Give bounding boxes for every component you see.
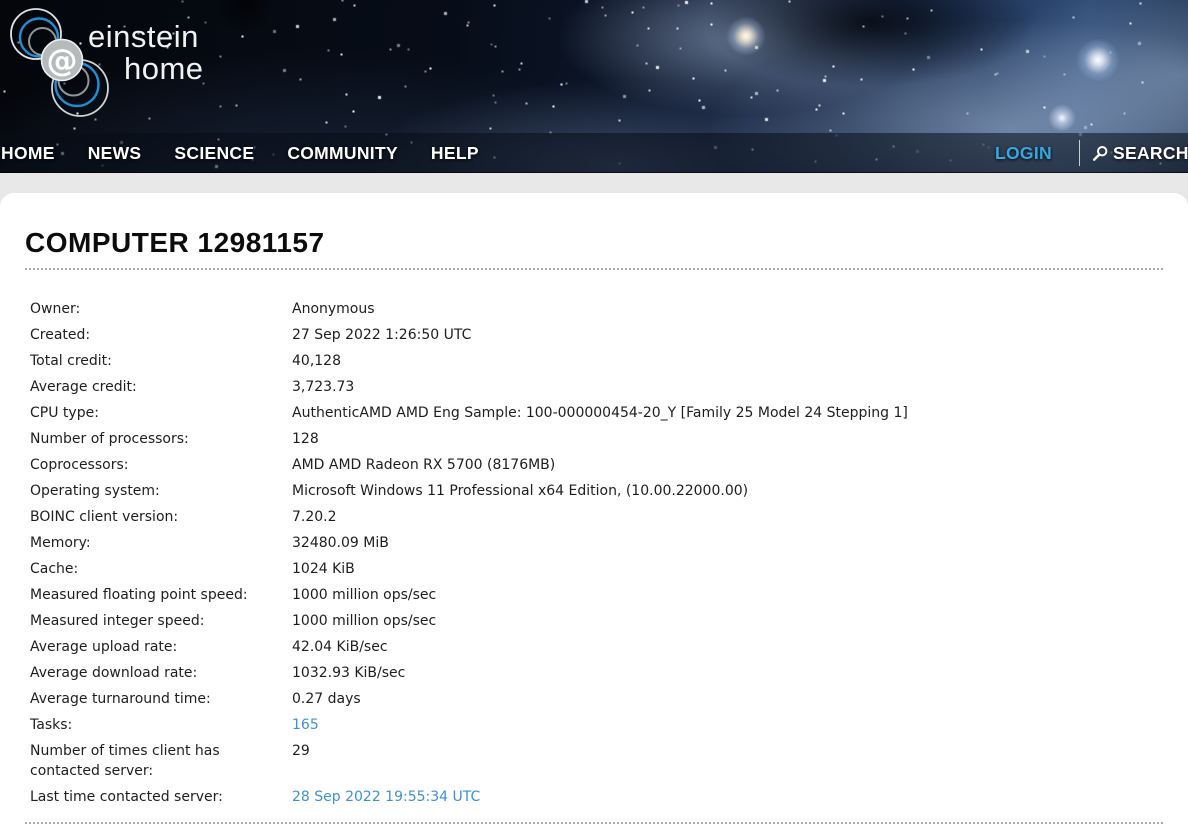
- detail-label: Total credit:: [30, 351, 290, 371]
- detail-label: Number of times client has contacted ser…: [30, 741, 290, 781]
- detail-row: Cache:1024 KiB: [30, 556, 1163, 582]
- detail-row: Operating system:Microsoft Windows 11 Pr…: [30, 478, 1163, 504]
- detail-value: Microsoft Windows 11 Professional x64 Ed…: [292, 481, 1163, 501]
- logo-text-einstein: einstein: [88, 19, 199, 54]
- detail-row: Average credit:3,723.73: [30, 374, 1163, 400]
- detail-label: Memory:: [30, 533, 290, 553]
- detail-label: Last time contacted server:: [30, 787, 290, 807]
- detail-row: BOINC client version:7.20.2: [30, 504, 1163, 530]
- detail-label: Average download rate:: [30, 663, 290, 683]
- bright-star-glow: [1076, 38, 1120, 82]
- detail-value-link[interactable]: 165: [292, 715, 1163, 735]
- detail-value: AuthenticAMD AMD Eng Sample: 100-0000004…: [292, 403, 1163, 423]
- main-navbar: HOME NEWS SCIENCE COMMUNITY HELP LOGIN SEARC…: [0, 133, 1188, 173]
- detail-row: Average download rate:1032.93 KiB/sec: [30, 660, 1163, 686]
- detail-value: 7.20.2: [292, 507, 1163, 527]
- search-label: SEARCH: [1113, 143, 1188, 164]
- detail-row: Tasks:165: [30, 712, 1163, 738]
- nav-item-help[interactable]: HELP: [431, 133, 479, 173]
- detail-row: Average upload rate:42.04 KiB/sec: [30, 634, 1163, 660]
- search-button[interactable]: SEARCH: [1092, 133, 1188, 173]
- nav-item-news[interactable]: NEWS: [88, 133, 142, 173]
- page-background: COMPUTER 12981157 Owner:AnonymousCreated…: [0, 173, 1188, 834]
- bright-star-glow: [1048, 104, 1076, 132]
- detail-label: Cache:: [30, 559, 290, 579]
- detail-value: 128: [292, 429, 1163, 449]
- detail-label: Created:: [30, 325, 290, 345]
- detail-label: CPU type:: [30, 403, 290, 423]
- logo-text-home: home: [124, 51, 204, 86]
- computer-details-table: Owner:AnonymousCreated:27 Sep 2022 1:26:…: [30, 296, 1163, 810]
- detail-value: 1032.93 KiB/sec: [292, 663, 1163, 683]
- detail-label: Number of processors:: [30, 429, 290, 449]
- divider-bottom: [25, 822, 1163, 824]
- detail-label: Operating system:: [30, 481, 290, 501]
- nav-menu: HOME NEWS SCIENCE COMMUNITY HELP: [1, 133, 512, 173]
- detail-row: Total credit:40,128: [30, 348, 1163, 374]
- detail-label: BOINC client version:: [30, 507, 290, 527]
- content-card: COMPUTER 12981157 Owner:AnonymousCreated…: [0, 193, 1188, 834]
- detail-row: Memory:32480.09 MiB: [30, 530, 1163, 556]
- detail-value: 40,128: [292, 351, 1163, 371]
- detail-value: 1000 million ops/sec: [292, 611, 1163, 631]
- detail-row: Owner:Anonymous: [30, 296, 1163, 322]
- detail-label: Owner:: [30, 299, 290, 319]
- detail-label: Average credit:: [30, 377, 290, 397]
- detail-row: Last time contacted server:28 Sep 2022 1…: [30, 784, 1163, 810]
- detail-row: Coprocessors:AMD AMD Radeon RX 5700 (817…: [30, 452, 1163, 478]
- star-field-decoration: [0, 0, 1, 1]
- detail-row: Number of processors:128: [30, 426, 1163, 452]
- search-icon: [1092, 145, 1109, 162]
- detail-value: 0.27 days: [292, 689, 1163, 709]
- detail-row: Measured integer speed:1000 million ops/…: [30, 608, 1163, 634]
- einstein-home-computer-page: { "header": { "logo": { "line1": "einste…: [0, 0, 1188, 834]
- detail-value: 3,723.73: [292, 377, 1163, 397]
- nav-item-science[interactable]: SCIENCE: [174, 133, 254, 173]
- detail-value: 1000 million ops/sec: [292, 585, 1163, 605]
- detail-row: Number of times client has contacted ser…: [30, 738, 1163, 784]
- detail-label: Coprocessors:: [30, 455, 290, 475]
- bright-star-glow: [726, 16, 766, 56]
- site-header: @ einstein home HOME NEWS SCIENCE COMMUNITY…: [0, 0, 1188, 173]
- divider-top: [25, 268, 1163, 270]
- nav-item-community[interactable]: COMMUNITY: [287, 133, 398, 173]
- nav-item-home[interactable]: HOME: [1, 133, 55, 173]
- detail-value: 32480.09 MiB: [292, 533, 1163, 553]
- detail-label: Measured floating point speed:: [30, 585, 290, 605]
- login-link[interactable]: LOGIN: [995, 133, 1052, 173]
- detail-row: CPU type:AuthenticAMD AMD Eng Sample: 10…: [30, 400, 1163, 426]
- detail-value: 27 Sep 2022 1:26:50 UTC: [292, 325, 1163, 345]
- detail-value: 42.04 KiB/sec: [292, 637, 1163, 657]
- detail-value: 29: [292, 741, 1163, 781]
- einstein-home-logo[interactable]: @ einstein home: [6, 4, 228, 126]
- detail-label: Measured integer speed:: [30, 611, 290, 631]
- logo-at-symbol: @: [47, 43, 78, 79]
- detail-row: Created:27 Sep 2022 1:26:50 UTC: [30, 322, 1163, 348]
- detail-label: Average turnaround time:: [30, 689, 290, 709]
- detail-row: Average turnaround time:0.27 days: [30, 686, 1163, 712]
- detail-row: Measured floating point speed:1000 milli…: [30, 582, 1163, 608]
- detail-label: Average upload rate:: [30, 637, 290, 657]
- detail-value: 1024 KiB: [292, 559, 1163, 579]
- detail-label: Tasks:: [30, 715, 290, 735]
- detail-value: Anonymous: [292, 299, 1163, 319]
- nav-divider: [1079, 140, 1080, 166]
- detail-value: AMD AMD Radeon RX 5700 (8176MB): [292, 455, 1163, 475]
- page-title: COMPUTER 12981157: [25, 226, 1163, 259]
- detail-value-link[interactable]: 28 Sep 2022 19:55:34 UTC: [292, 787, 1163, 807]
